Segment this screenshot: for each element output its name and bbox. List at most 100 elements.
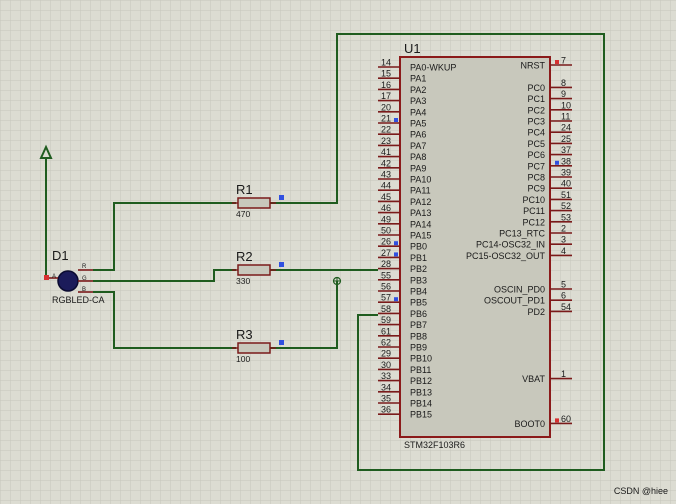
- pin-name: PC6: [527, 150, 545, 160]
- pin-number: 35: [381, 394, 391, 404]
- pin-name: PB4: [410, 287, 427, 297]
- pin-number: 15: [381, 69, 391, 79]
- resistor-body[interactable]: [237, 264, 271, 276]
- pin-name: PA2: [410, 85, 426, 95]
- pin-name: PC2: [527, 105, 545, 115]
- stm32-chip[interactable]: U1 STM32F103R6 14 PA0-WKUP15 PA116 PA217 PA3…: [378, 41, 572, 450]
- pin-number: 43: [381, 170, 391, 180]
- pin-number: 59: [381, 315, 391, 325]
- pin-state-marker: [555, 418, 559, 423]
- pin-number: 58: [381, 304, 391, 314]
- pin-name: PA3: [410, 96, 426, 106]
- pin-name: PB5: [410, 298, 427, 308]
- pin-name: OSCIN_PD0: [494, 285, 545, 295]
- pin-number: 41: [381, 147, 391, 157]
- led-anode-marker: [44, 275, 49, 280]
- pin-state-marker: [394, 252, 398, 257]
- pin-name: PB13: [410, 387, 432, 397]
- pin-number: 51: [561, 190, 571, 200]
- pin-number: 4: [561, 246, 566, 256]
- wire-junction: [332, 276, 342, 286]
- resistor-body[interactable]: [237, 342, 271, 354]
- pin-number: 49: [381, 214, 391, 224]
- pin-number: 3: [561, 235, 566, 245]
- pin-state-marker: [394, 297, 398, 302]
- rgb-led-body[interactable]: [57, 270, 79, 292]
- pin-state-marker: [394, 241, 398, 246]
- pin-number: 38: [561, 156, 571, 166]
- pin-number: 29: [381, 349, 391, 359]
- pin-name: NRST: [521, 61, 546, 71]
- pin-name: PA11: [410, 186, 431, 196]
- pin-number: 34: [381, 382, 391, 392]
- pin-name: PA10: [410, 175, 431, 185]
- pin-name: PB0: [410, 242, 427, 252]
- pin-number: 57: [381, 293, 391, 303]
- resistor-ref-label: R2: [236, 249, 253, 264]
- pin-name: PC12: [522, 217, 545, 227]
- pin-name: BOOT0: [514, 419, 545, 429]
- schematic-canvas[interactable]: U1 STM32F103R6 14 PA0-WKUP15 PA116 PA217 PA3…: [0, 0, 676, 504]
- pin-number: 46: [381, 203, 391, 213]
- pin-number: 28: [381, 259, 391, 269]
- pin-number: 8: [561, 78, 566, 88]
- pin-name: PC4: [527, 128, 545, 138]
- pin-name: PC8: [527, 173, 545, 183]
- pin-number: 52: [561, 201, 571, 211]
- pin-name: PA9: [410, 163, 426, 173]
- pin-number: 25: [561, 134, 571, 144]
- pin-name: PC9: [527, 184, 545, 194]
- pin-number: 33: [381, 371, 391, 381]
- pin-name: PB10: [410, 354, 432, 364]
- pin-name: PC11: [523, 206, 545, 216]
- resistor-value-label: 330: [236, 276, 250, 286]
- pin-number: 6: [561, 291, 566, 301]
- pin-name: PB14: [410, 399, 432, 409]
- pin-name: PA4: [410, 107, 426, 117]
- pin-name: PC14-OSC32_IN: [476, 240, 545, 250]
- chip-part-label: STM32F103R6: [404, 440, 465, 450]
- resistor-body[interactable]: [237, 197, 271, 209]
- resistor-value-label: 100: [236, 354, 250, 364]
- pin-number: 16: [381, 80, 391, 90]
- led-pin-r: R: [82, 264, 87, 270]
- pin-number: 30: [381, 360, 391, 370]
- pin-number: 61: [381, 326, 391, 336]
- pin-number: 55: [381, 270, 391, 280]
- led-ref-label: D1: [52, 248, 69, 263]
- pin-number: 44: [381, 181, 391, 191]
- pin-name: OSCOUT_PD1: [484, 296, 545, 306]
- pin-name: PA6: [410, 130, 426, 140]
- pin-name: PB3: [410, 275, 427, 285]
- chip-ref-label: U1: [404, 41, 421, 56]
- pin-name: PC15-OSC32_OUT: [466, 251, 546, 261]
- pin-state-marker: [555, 160, 559, 165]
- pin-number: 42: [381, 158, 391, 168]
- resistor-state-marker: [279, 195, 284, 200]
- resistor-state-marker: [279, 262, 284, 267]
- pin-name: PC0: [527, 83, 545, 93]
- pin-state-marker: [394, 118, 398, 122]
- watermark: CSDN @hiee: [614, 486, 668, 496]
- pin-name: PB8: [410, 331, 427, 341]
- pin-number: 1: [561, 369, 566, 379]
- pin-number: 23: [381, 136, 391, 146]
- pin-number: 17: [381, 91, 391, 101]
- pin-name: PA14: [410, 219, 431, 229]
- pin-number: 62: [381, 338, 391, 348]
- pin-number: 36: [381, 405, 391, 415]
- pin-name: PB2: [410, 264, 427, 274]
- pin-name: PD2: [527, 307, 545, 317]
- resistor-state-marker: [279, 340, 284, 345]
- pin-number: 26: [381, 237, 391, 247]
- pin-number: 9: [561, 89, 566, 99]
- pin-number: 27: [381, 248, 391, 258]
- pin-number: 60: [561, 414, 571, 424]
- led-part-label: RGBLED-CA: [52, 295, 105, 305]
- pin-number: 7: [561, 56, 566, 66]
- pin-name: PB9: [410, 343, 427, 353]
- pin-number: 14: [381, 58, 391, 68]
- pin-name: PA5: [410, 119, 426, 129]
- pin-number: 54: [561, 302, 571, 312]
- pin-name: PC13_RTC: [499, 229, 545, 239]
